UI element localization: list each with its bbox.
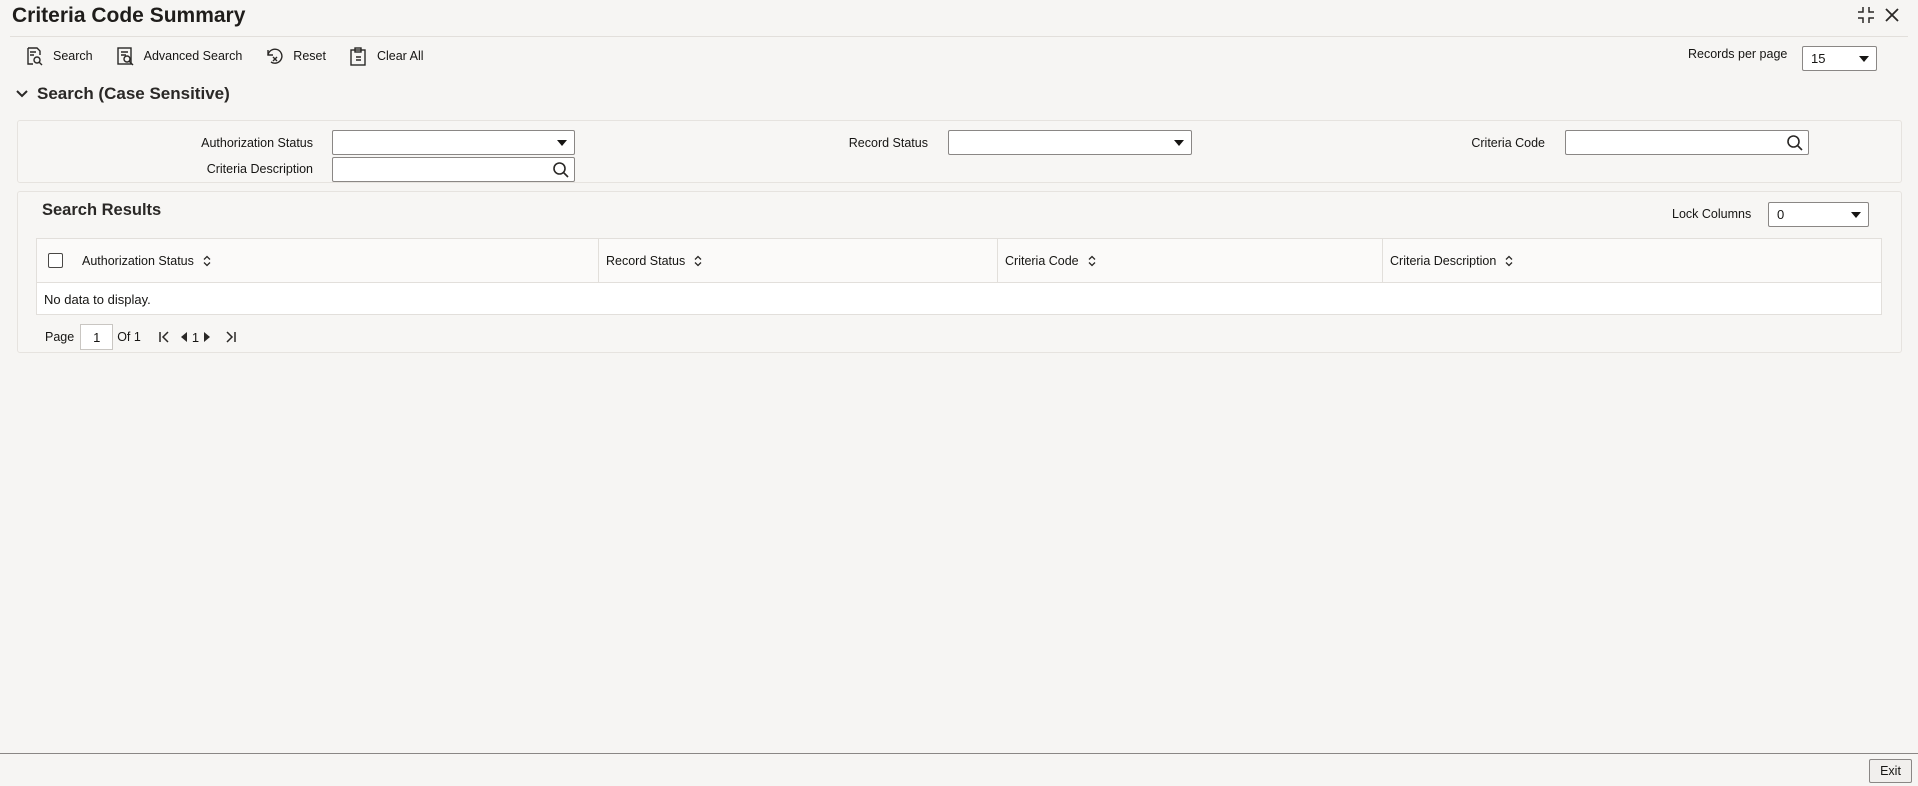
search-button[interactable]: Search (24, 46, 93, 66)
lock-columns-value: 0 (1777, 207, 1785, 222)
reset-button-label: Reset (293, 49, 326, 63)
collapse-icon[interactable] (1855, 4, 1877, 26)
lock-columns-select[interactable]: 0 (1768, 202, 1869, 227)
reset-button[interactable]: Reset (264, 46, 326, 66)
clipboard-icon (350, 47, 366, 66)
chevron-down-icon (557, 140, 567, 146)
search-section-title: Search (Case Sensitive) (37, 84, 230, 103)
exit-button[interactable]: Exit (1869, 759, 1912, 783)
sort-icon (694, 255, 702, 267)
search-button-label: Search (53, 49, 93, 63)
title-bar: Criteria Code Summary (0, 0, 1918, 36)
no-data-message: No data to display. (44, 292, 151, 307)
record-status-select[interactable] (948, 130, 1192, 155)
page-title: Criteria Code Summary (12, 4, 246, 27)
lock-columns-label: Lock Columns (1672, 207, 1752, 221)
page-of-label: Of 1 (117, 330, 141, 344)
reset-icon (267, 48, 283, 64)
page-number-input[interactable]: 1 (80, 324, 114, 350)
column-header-label: Record Status (606, 254, 686, 268)
previous-page-icon[interactable] (179, 331, 189, 343)
page-label: Page (45, 330, 75, 344)
column-criteria-description[interactable]: Criteria Description (1383, 239, 1881, 283)
select-all-checkbox[interactable] (48, 253, 63, 268)
pagination: Page 1 Of 1 1 (45, 324, 238, 350)
authorization-status-select[interactable] (332, 130, 575, 155)
search-results-title: Search Results (42, 201, 162, 219)
clear-all-button[interactable]: Clear All (348, 46, 424, 66)
search-icon[interactable] (552, 161, 570, 179)
records-per-page-value: 15 (1811, 51, 1826, 66)
toolbar: Search Advanced Search Reset Clear All (24, 44, 446, 68)
chevron-down-icon (1859, 56, 1869, 62)
authorization-status-label: Authorization Status (201, 136, 313, 150)
criteria-description-label: Criteria Description (206, 162, 313, 176)
column-header-label: Criteria Code (1005, 254, 1079, 268)
results-grid: Authorization Status Record Status Crite… (36, 238, 1882, 315)
sort-icon (203, 255, 211, 267)
criteria-code-label: Criteria Code (1471, 136, 1545, 150)
search-doc-icon (27, 47, 43, 66)
records-per-page-label: Records per page (1688, 47, 1788, 61)
page-number-link[interactable]: 1 (192, 330, 199, 345)
criteria-description-input[interactable] (332, 157, 575, 182)
chevron-down-icon (16, 90, 28, 98)
next-page-icon[interactable] (202, 331, 212, 343)
grid-header: Authorization Status Record Status Crite… (37, 239, 1881, 283)
criteria-code-input[interactable] (1565, 130, 1809, 155)
records-per-page-select[interactable]: 15 (1802, 46, 1877, 71)
chevron-down-icon (1174, 140, 1184, 146)
clear-all-button-label: Clear All (376, 49, 424, 63)
column-record-status[interactable]: Record Status (599, 239, 998, 283)
search-icon[interactable] (1786, 134, 1804, 152)
first-page-icon[interactable] (157, 330, 171, 344)
sort-icon (1505, 255, 1513, 267)
column-header-label: Authorization Status (82, 254, 194, 268)
column-criteria-code[interactable]: Criteria Code (998, 239, 1383, 283)
sort-icon (1088, 255, 1096, 267)
record-status-label: Record Status (848, 136, 928, 150)
title-separator (10, 36, 1908, 37)
search-section-toggle[interactable]: Search (Case Sensitive) (15, 84, 230, 104)
column-authorization-status[interactable]: Authorization Status (75, 239, 599, 283)
chevron-down-icon (1851, 212, 1861, 218)
close-icon[interactable] (1881, 4, 1903, 26)
advanced-search-button-label: Advanced Search (143, 49, 243, 63)
exit-button-label: Exit (1880, 764, 1901, 778)
last-page-icon[interactable] (224, 330, 238, 344)
advanced-search-icon (116, 47, 134, 66)
column-header-label: Criteria Description (1390, 254, 1497, 268)
advanced-search-button[interactable]: Advanced Search (115, 46, 243, 66)
footer-separator (0, 753, 1918, 754)
current-page-value: 1 (93, 329, 101, 345)
